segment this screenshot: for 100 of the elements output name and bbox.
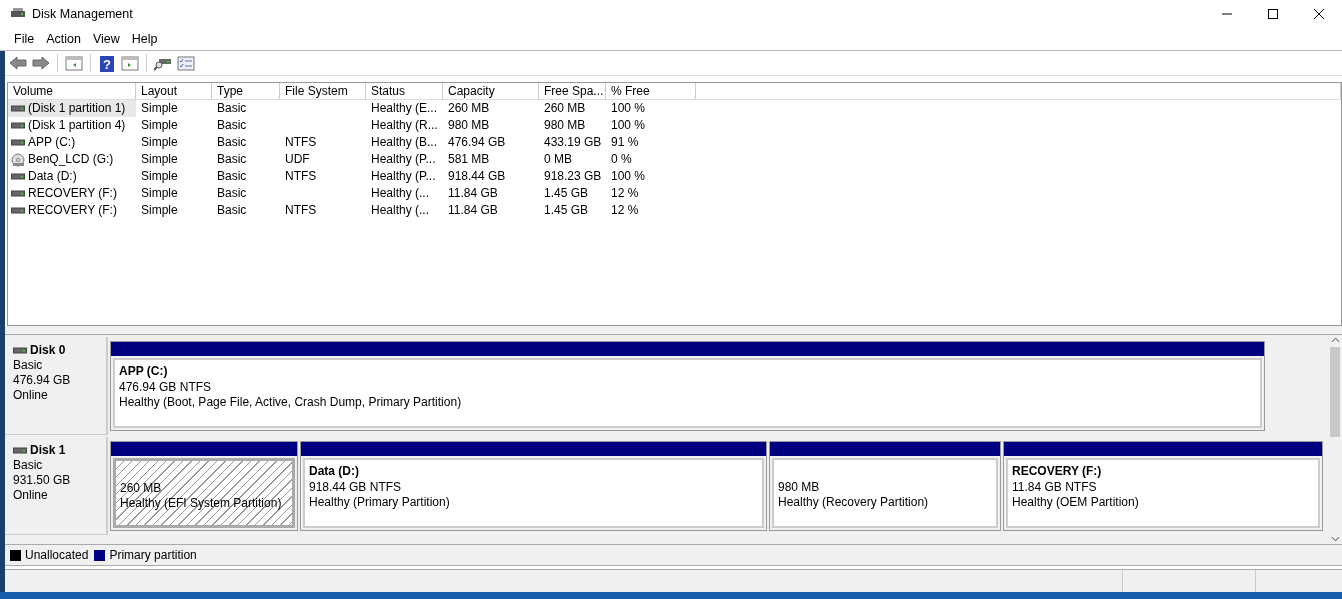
table-cell: Basic: [217, 203, 247, 217]
table-cell: Healthy (...: [371, 203, 430, 217]
disc-icon: [11, 152, 25, 167]
table-cell: Basic: [217, 135, 247, 149]
menu-item[interactable]: View: [86, 29, 126, 49]
drive-icon: [11, 206, 25, 215]
partition[interactable]: 980 MB Healthy (Recovery Partition): [769, 441, 1001, 531]
scroll-down-icon: [1330, 536, 1340, 542]
disk-size: 476.94 GB: [13, 373, 72, 388]
partition-status: Healthy (Boot, Page File, Active, Crash Dump, Primary Partition): [119, 395, 463, 411]
column-header[interactable]: % Free: [606, 83, 696, 100]
table-cell: Simple: [141, 118, 178, 132]
table-cell: 581 MB: [448, 152, 490, 166]
partition-title: APP (C:): [119, 364, 169, 380]
drive-icon: [11, 121, 25, 130]
menu-item[interactable]: File: [8, 29, 41, 49]
menu-item[interactable]: Help: [125, 29, 164, 49]
partition[interactable]: RECOVERY (F:) 11.84 GB NTFS Healthy (OEM Partition): [1003, 441, 1323, 531]
scroll-up-icon: [1330, 337, 1340, 343]
table-cell: NTFS: [285, 169, 317, 183]
table-cell: Simple: [141, 101, 178, 115]
disk-status: Online: [13, 388, 49, 403]
table-cell: 1.45 GB: [544, 203, 589, 217]
column-header[interactable]: Status: [366, 83, 443, 100]
partition[interactable]: APP (C:) 476.94 GB NTFS Healthy (Boot, Page File, Active, Crash Dump, Primary Partition): [110, 341, 1265, 431]
partition-size: 476.94 GB NTFS: [119, 379, 213, 395]
back-icon[interactable]: [9, 54, 27, 72]
volume-cell[interactable]: RECOVERY (F:): [8, 202, 136, 219]
pane-icon[interactable]: [121, 54, 139, 72]
volume-cell[interactable]: Data (D:): [8, 168, 136, 185]
table-cell: Simple: [141, 186, 178, 200]
table-cell: Basic: [217, 152, 247, 166]
drive-icon: [11, 172, 25, 181]
table-cell: 0 MB: [544, 152, 572, 166]
partition-size: 918.44 GB NTFS: [309, 479, 403, 495]
volume-name: APP (C:): [28, 134, 76, 151]
scrollbar[interactable]: [1328, 335, 1342, 544]
table-cell: Basic: [217, 169, 247, 183]
volume-cell[interactable]: RECOVERY (F:): [8, 185, 136, 202]
table-cell: Healthy (P...: [371, 169, 436, 183]
volume-name: (Disk 1 partition 4): [28, 117, 126, 134]
table-cell: 433.19 GB: [544, 135, 602, 149]
forward-icon[interactable]: [32, 54, 50, 72]
volume-name: Data (D:): [28, 168, 77, 185]
table-cell: 260 MB: [448, 101, 490, 115]
partition-status: Healthy (OEM Partition): [1012, 495, 1140, 511]
table-cell: Simple: [141, 169, 178, 183]
disk-name: Disk 1: [30, 443, 66, 458]
checklist-icon[interactable]: [177, 54, 195, 72]
volume-cell[interactable]: BenQ_LCD (G:): [8, 151, 136, 168]
table-cell: 91 %: [611, 135, 639, 149]
table-cell: Healthy (...: [371, 186, 430, 200]
table-cell: 476.94 GB: [448, 135, 506, 149]
column-header[interactable]: Layout: [136, 83, 212, 100]
table-cell: NTFS: [285, 135, 317, 149]
disk-name: Disk 0: [30, 343, 66, 358]
disk-size: 931.50 GB: [13, 473, 72, 488]
drive-icon: [11, 104, 25, 113]
table-cell: 980 MB: [544, 118, 586, 132]
volume-cell[interactable]: (Disk 1 partition 4): [8, 117, 136, 134]
disk-type: Basic: [13, 458, 44, 473]
drive-icon: [11, 189, 25, 198]
table-cell: Healthy (R...: [371, 118, 438, 132]
table-cell: Basic: [217, 186, 247, 200]
partition[interactable]: Data (D:) 918.44 GB NTFS Healthy (Primary Partition): [300, 441, 767, 531]
drive-icon: [13, 346, 27, 355]
maximize-icon: [1267, 8, 1279, 20]
menu-item[interactable]: Action: [40, 29, 87, 49]
legend-label: Primary partition: [109, 547, 197, 564]
table-cell: 11.84 GB: [448, 186, 498, 200]
partition-status: Healthy (Recovery Partition): [778, 495, 930, 511]
pane-icon[interactable]: [65, 54, 83, 72]
column-header[interactable]: File System: [280, 83, 366, 100]
table-cell: 0 %: [611, 152, 632, 166]
table-cell: 11.84 GB: [448, 203, 498, 217]
volume-name: (Disk 1 partition 1): [28, 100, 126, 117]
table-cell: Healthy (E...: [371, 101, 438, 115]
table-cell: 100 %: [611, 101, 646, 115]
partition-size: 260 MB: [120, 480, 163, 496]
table-cell: NTFS: [285, 203, 317, 217]
table-cell: 100 %: [611, 118, 646, 132]
close-icon: [1313, 8, 1325, 20]
table-cell: 980 MB: [448, 118, 490, 132]
table-cell: Simple: [141, 152, 178, 166]
disk-type: Basic: [13, 358, 44, 373]
volume-cell[interactable]: APP (C:): [8, 134, 136, 151]
partition[interactable]: 260 MB Healthy (EFI System Partition): [110, 441, 298, 531]
table-cell: Healthy (P...: [371, 152, 436, 166]
drive-icon: [11, 138, 25, 147]
volume-cell[interactable]: (Disk 1 partition 1): [8, 100, 136, 117]
table-cell: 12 %: [611, 203, 639, 217]
table-cell: 918.23 GB: [544, 169, 602, 183]
partition-size: 980 MB: [778, 479, 821, 495]
partition-title: Data (D:): [309, 464, 360, 480]
column-header[interactable]: Capacity: [443, 83, 539, 100]
help-icon[interactable]: ?: [99, 54, 115, 72]
table-cell: 918.44 GB: [448, 169, 506, 183]
column-header[interactable]: Type: [212, 83, 280, 100]
table-cell: Simple: [141, 135, 178, 149]
column-header[interactable]: Free Spa...: [539, 83, 606, 100]
